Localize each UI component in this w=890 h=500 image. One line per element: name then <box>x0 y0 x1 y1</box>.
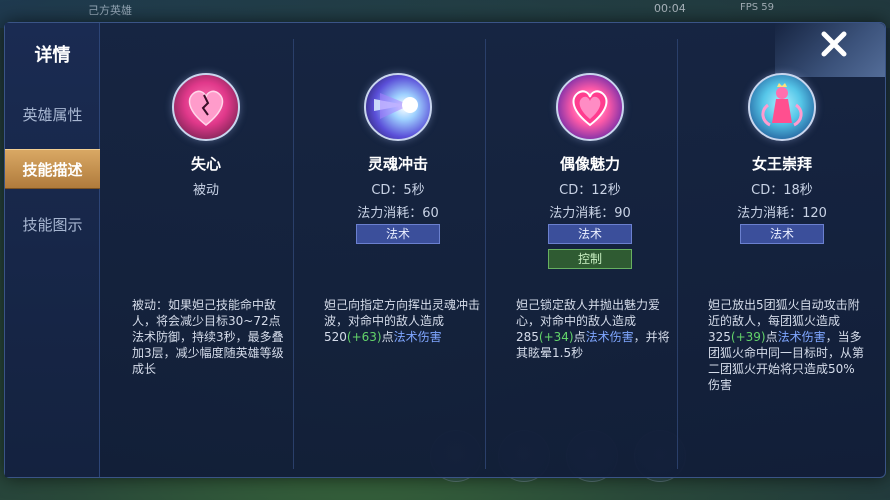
details-sidebar: 详情 英雄属性 技能描述 技能图示 <box>5 23 100 477</box>
skill-description: 被动：如果妲己技能命中敌人，将会减少目标30~72点法术防御，持续3秒，最多叠加… <box>132 298 284 376</box>
magic-damage-keyword: 法术伤害 <box>585 330 634 344</box>
tab-skill-diagram[interactable]: 技能图示 <box>5 205 100 245</box>
desc-text: 点 <box>573 330 586 344</box>
skill-column-1: 灵魂冲击 CD：5秒 法力消耗：60 法术 妲己向指定方向挥出灵魂冲击波，对命中… <box>300 39 486 469</box>
skill-column-3: 女王崇拜 CD：18秒 法力消耗：120 法术 妲己放出5团狐火自动攻击附近的敌… <box>684 39 870 469</box>
skill-description: 妲己向指定方向挥出灵魂冲击波，对命中的敌人造成520(+63)点法术伤害 <box>324 297 480 345</box>
skill-column-passive: 失心 被动 被动：如果妲己技能命中敌人，将会减少目标30~72点法术防御，持续3… <box>108 39 294 469</box>
scaling-bonus: (+39) <box>730 330 766 344</box>
tab-skill-description[interactable]: 技能描述 <box>5 149 100 189</box>
scaling-bonus: (+63) <box>346 330 382 344</box>
skill-mana-cost: 法力消耗：120 <box>737 206 827 221</box>
damage-type-tag: 法术 <box>548 224 632 244</box>
control-type-tag: 控制 <box>548 249 632 269</box>
tab-hero-attributes[interactable]: 英雄属性 <box>5 95 100 135</box>
skill-type: 被动 <box>192 183 219 198</box>
damage-type-tag: 法术 <box>740 224 824 244</box>
damage-type-tag: 法术 <box>356 224 440 244</box>
skill-name: 失心 <box>190 155 221 173</box>
charm-heart-icon[interactable] <box>556 73 624 141</box>
desc-text: 点 <box>381 330 394 344</box>
skill-description: 妲己放出5团狐火自动攻击附近的敌人，每团狐火造成325(+39)点法术伤害，当多… <box>708 297 864 393</box>
desc-text: 点 <box>765 330 778 344</box>
skill-mana-cost: 法力消耗：90 <box>549 206 631 221</box>
scaling-bonus: (+34) <box>538 330 574 344</box>
skill-name: 偶像魅力 <box>559 155 620 173</box>
skill-name: 女王崇拜 <box>751 155 812 173</box>
skill-description: 妲己锁定敌人并抛出魅力爱心，对命中的敌人造成285(+34)点法术伤害，并将其眩… <box>516 297 672 361</box>
broken-heart-icon[interactable] <box>172 73 240 141</box>
magic-damage-keyword: 法术伤害 <box>393 330 442 344</box>
skill-cooldown: CD：18秒 <box>751 183 813 198</box>
skill-cooldown: CD：12秒 <box>559 183 621 198</box>
skill-name: 灵魂冲击 <box>367 155 428 173</box>
match-timer: 00:04 <box>654 2 686 15</box>
ally-heroes-label: 己方英雄 <box>88 4 132 17</box>
skill-mana-cost: 法力消耗：60 <box>357 206 439 221</box>
sidebar-title: 详情 <box>34 45 71 66</box>
soul-blast-icon[interactable] <box>364 73 432 141</box>
skill-cooldown: CD：5秒 <box>371 183 425 198</box>
fox-queen-icon[interactable] <box>748 73 816 141</box>
skill-column-2: 偶像魅力 CD：12秒 法力消耗：90 法术 控制 妲己锁定敌人并抛出魅力爱心，… <box>492 39 678 469</box>
skill-details-panel: 详情 英雄属性 技能描述 技能图示 失心 被动 被动：如果妲己技能命中敌人，将会… <box>4 22 886 478</box>
magic-damage-keyword: 法术伤害 <box>777 330 826 344</box>
fps-counter: FPS 59 <box>740 2 775 13</box>
